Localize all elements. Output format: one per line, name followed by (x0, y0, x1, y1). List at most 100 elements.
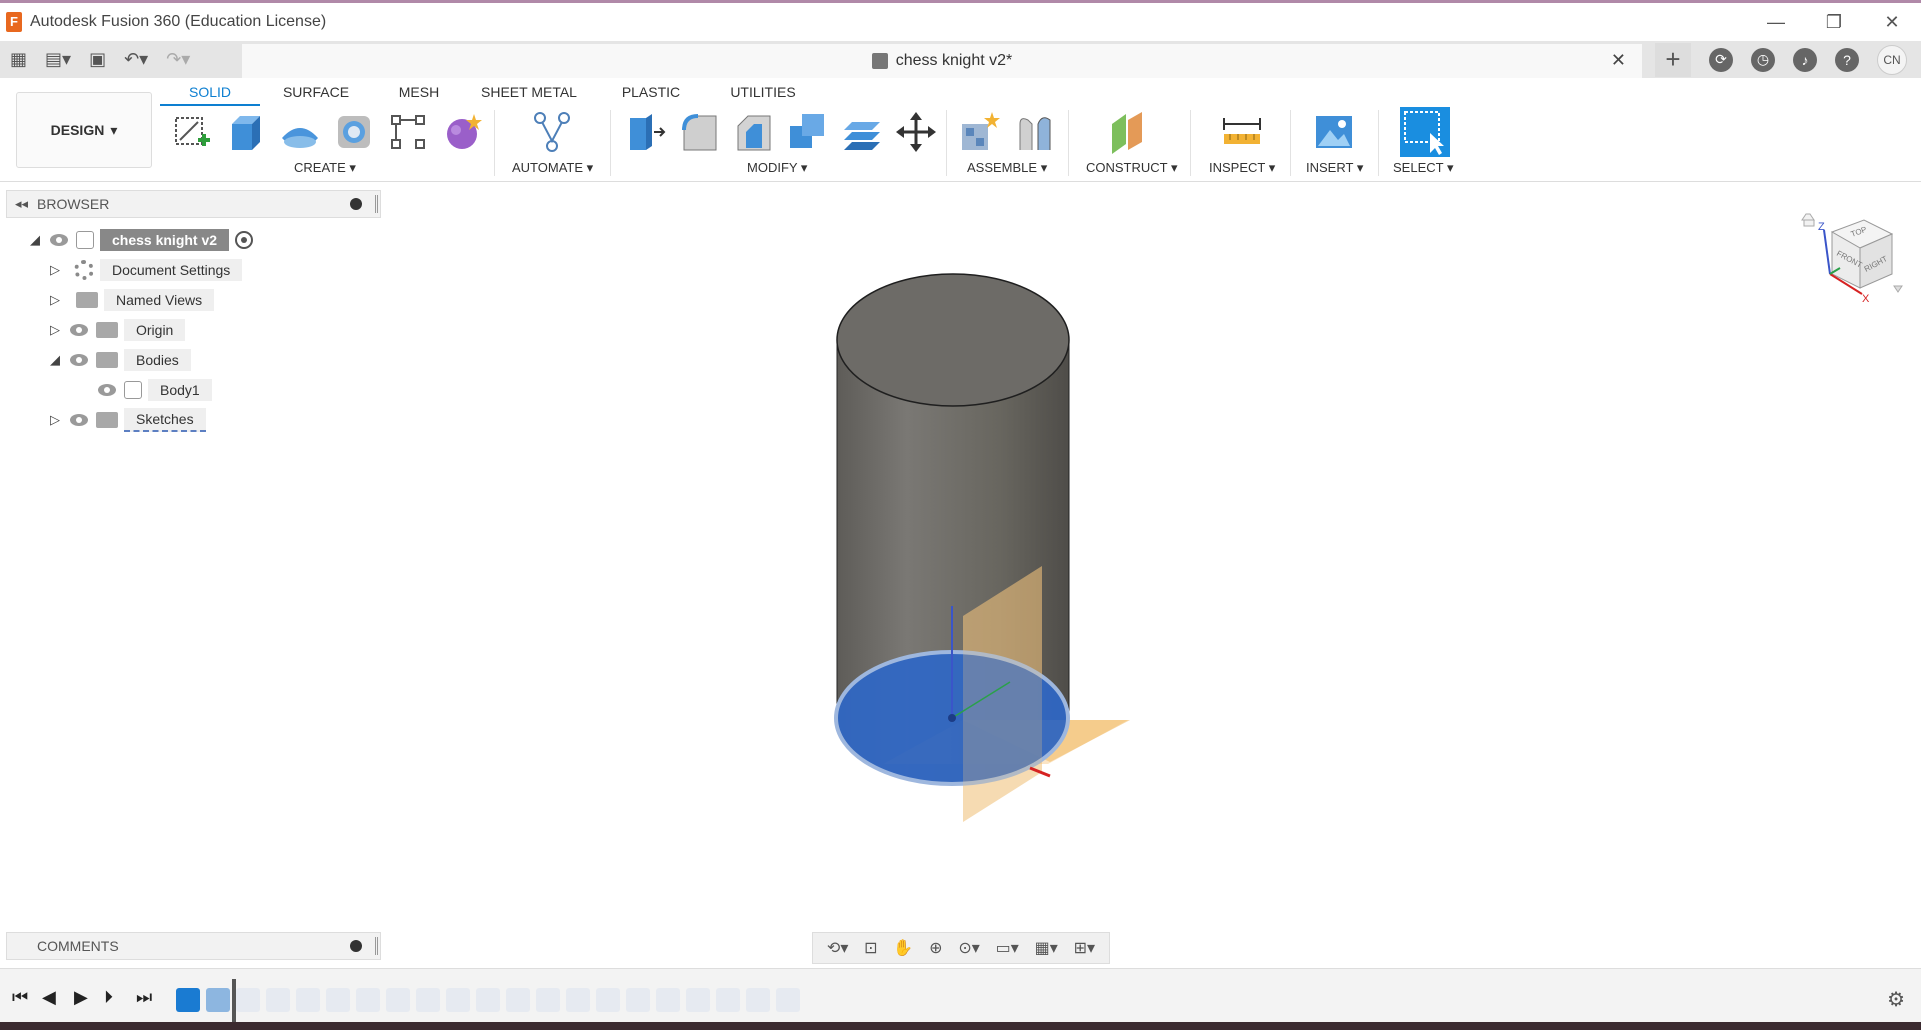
comments-panel-header[interactable]: COMMENTS (6, 932, 381, 960)
create-menu[interactable]: CREATE ▾ (294, 160, 356, 176)
expand-icon[interactable]: ▷ (46, 321, 64, 339)
comments-resize-handle[interactable] (375, 937, 378, 955)
tree-item-sketches[interactable]: ▷ Sketches (46, 406, 206, 434)
fillet-icon[interactable] (678, 110, 722, 154)
tree-item-label[interactable]: Named Views (104, 289, 215, 311)
file-icon[interactable]: ▤▾ (45, 49, 71, 70)
chamfer-icon[interactable] (732, 110, 776, 154)
timeline-feature[interactable] (356, 988, 380, 1012)
offset-face-icon[interactable] (840, 110, 884, 154)
insert-menu[interactable]: INSERT ▾ (1306, 160, 1363, 176)
step-forward-icon[interactable]: ⏵ (104, 987, 113, 1008)
tab-surface[interactable]: SURFACE (260, 78, 372, 106)
timeline-feature[interactable] (716, 988, 740, 1012)
expand-icon[interactable]: ▷ (46, 411, 64, 429)
viewcube-options-icon[interactable] (1893, 285, 1903, 293)
move-copy-icon[interactable] (894, 110, 938, 154)
timeline-feature[interactable] (446, 988, 470, 1012)
combine-icon[interactable] (786, 110, 830, 154)
expand-icon[interactable]: ▷ (46, 291, 64, 309)
tree-item-label[interactable]: Origin (124, 319, 186, 341)
avatar[interactable]: CN (1877, 44, 1907, 75)
automate-menu[interactable]: AUTOMATE ▾ (512, 160, 593, 176)
inspect-menu[interactable]: INSPECT ▾ (1209, 160, 1275, 176)
expanded-icon[interactable]: ◢ (46, 351, 64, 369)
timeline-feature[interactable] (776, 988, 800, 1012)
visibility-eye-icon[interactable] (70, 354, 88, 366)
tree-item-document-settings[interactable]: ▷ Document Settings (46, 256, 243, 284)
redo-icon[interactable]: ↷▾ (166, 49, 190, 70)
tree-item-named-views[interactable]: ▷ Named Views (46, 286, 215, 314)
timeline-feature[interactable] (236, 988, 260, 1012)
grid-icon[interactable]: ▦ (10, 49, 27, 70)
view-cube[interactable]: TOP FRONT RIGHT Z X (1788, 200, 1904, 320)
browser-resize-handle[interactable] (375, 195, 378, 213)
extrude-icon[interactable] (224, 110, 268, 154)
orbit-icon[interactable]: ⟲▾ (827, 938, 848, 958)
activate-component-icon[interactable] (235, 231, 254, 249)
tab-sheet-metal[interactable]: SHEET METAL (466, 78, 592, 106)
timeline-feature[interactable] (416, 988, 440, 1012)
fit-icon[interactable]: ⊙▾ (958, 938, 979, 958)
go-to-end-icon[interactable]: ⏭ (136, 987, 152, 1008)
tab-plastic[interactable]: PLASTIC (592, 78, 710, 106)
timeline-feature[interactable] (476, 988, 500, 1012)
browser-minimize-icon[interactable] (350, 198, 362, 210)
grid-settings-icon[interactable]: ▦▾ (1035, 938, 1058, 958)
display-settings-icon[interactable]: ▭▾ (996, 938, 1019, 958)
extensions-icon[interactable]: ⟳ (1709, 47, 1733, 72)
form-icon[interactable] (440, 110, 484, 154)
joint-icon[interactable] (1012, 110, 1056, 154)
tree-root[interactable]: ◢ chess knight v2 (26, 226, 254, 254)
restore-button[interactable]: ❐ (1805, 3, 1863, 41)
tree-item-origin[interactable]: ▷ Origin (46, 316, 186, 344)
tree-item-label[interactable]: Body1 (148, 379, 212, 401)
minimize-button[interactable]: — (1747, 3, 1805, 41)
viewports-icon[interactable]: ⊞▾ (1074, 938, 1095, 958)
undo-icon[interactable]: ↶▾ (124, 49, 148, 70)
visibility-eye-icon[interactable] (70, 414, 88, 426)
expanded-icon[interactable]: ◢ (26, 231, 44, 249)
revolve-icon[interactable] (278, 110, 322, 154)
workspace-switcher[interactable]: DESIGN ▾ (16, 92, 152, 168)
timeline-feature[interactable] (386, 988, 410, 1012)
tree-item-body1[interactable]: Body1 (92, 376, 212, 404)
timeline-feature[interactable] (656, 988, 680, 1012)
expand-icon[interactable]: ▷ (46, 261, 64, 279)
save-icon[interactable]: ▣ (89, 49, 106, 70)
tree-item-bodies[interactable]: ◢ Bodies (46, 346, 191, 374)
timeline-feature[interactable] (506, 988, 530, 1012)
notifications-icon[interactable]: ♪ (1793, 47, 1817, 72)
root-component-label[interactable]: chess knight v2 (100, 229, 230, 251)
look-at-icon[interactable]: ⊡ (864, 938, 877, 958)
timeline-feature[interactable] (746, 988, 770, 1012)
close-document-button[interactable]: ✕ (1611, 50, 1626, 71)
timeline-feature[interactable] (686, 988, 710, 1012)
close-window-button[interactable]: ✕ (1863, 3, 1921, 41)
timeline-feature[interactable] (626, 988, 650, 1012)
modify-menu[interactable]: MODIFY ▾ (747, 160, 807, 176)
assemble-menu[interactable]: ASSEMBLE ▾ (967, 160, 1047, 176)
visibility-eye-icon[interactable] (70, 324, 88, 336)
add-comment-icon[interactable] (350, 940, 362, 952)
step-back-icon[interactable]: ◀ (42, 987, 56, 1008)
press-pull-icon[interactable] (624, 110, 668, 154)
create-sketch-icon[interactable] (170, 110, 214, 154)
rectangular-pattern-icon[interactable] (386, 110, 430, 154)
timeline-feature[interactable] (296, 988, 320, 1012)
help-icon[interactable]: ? (1835, 47, 1859, 72)
select-icon[interactable] (1400, 107, 1450, 157)
tab-mesh[interactable]: MESH (372, 78, 466, 106)
tab-solid[interactable]: SOLID (160, 78, 260, 106)
canvas-viewport[interactable]: TOP FRONT RIGHT Z X (0, 182, 1921, 962)
play-icon[interactable]: ▶ (74, 987, 88, 1008)
timeline-sketch-feature[interactable] (176, 988, 200, 1012)
tree-item-label[interactable]: Bodies (124, 349, 191, 371)
timeline-feature[interactable] (266, 988, 290, 1012)
zoom-icon[interactable]: ⊕ (929, 938, 942, 958)
job-status-icon[interactable]: ◷ (1751, 47, 1775, 72)
tree-item-label[interactable]: Document Settings (100, 259, 243, 281)
document-tab[interactable]: chess knight v2* ✕ (242, 44, 1642, 78)
timeline-feature[interactable] (566, 988, 590, 1012)
timeline-feature[interactable] (596, 988, 620, 1012)
